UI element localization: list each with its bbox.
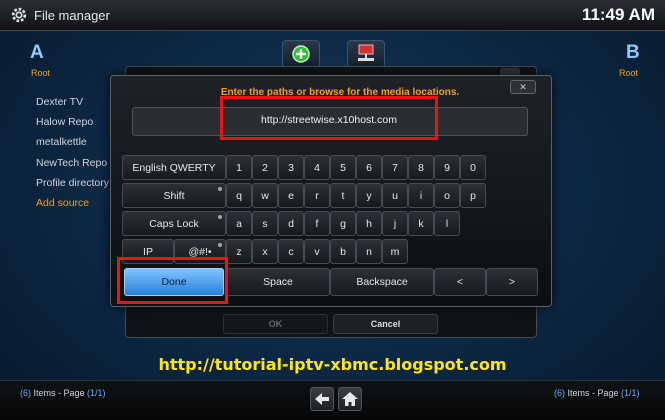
add-source-item[interactable]: Add source xyxy=(36,193,109,213)
key-l[interactable]: l xyxy=(434,211,460,236)
key-i[interactable]: i xyxy=(408,183,434,208)
watermark-text: http://tutorial-iptv-xbmc.blogspot.com xyxy=(158,355,507,374)
key-9[interactable]: 9 xyxy=(434,155,460,180)
key-r[interactable]: r xyxy=(304,183,330,208)
network-icon xyxy=(358,44,374,61)
key-q[interactable]: q xyxy=(226,183,252,208)
add-source-icon xyxy=(292,45,310,63)
key-y[interactable]: y xyxy=(356,183,382,208)
back-arrow-icon xyxy=(315,393,329,405)
gear-icon xyxy=(11,7,27,23)
pane-b-letter: B xyxy=(626,42,640,63)
back-button[interactable] xyxy=(310,387,334,411)
key-o[interactable]: o xyxy=(434,183,460,208)
key-n[interactable]: n xyxy=(356,239,382,264)
key-4[interactable]: 4 xyxy=(304,155,330,180)
add-source-button[interactable] xyxy=(282,40,320,68)
url-highlight-box xyxy=(220,96,438,140)
key-w[interactable]: w xyxy=(252,183,278,208)
key-8[interactable]: 8 xyxy=(408,155,434,180)
key-5[interactable]: 5 xyxy=(330,155,356,180)
key-p[interactable]: p xyxy=(460,183,486,208)
top-bar: File manager 11:49 AM xyxy=(0,0,665,31)
home-icon xyxy=(342,392,358,406)
cursor-left-key[interactable]: < xyxy=(434,268,486,296)
right-page-info: (6) Items - Page (1/1) xyxy=(554,388,640,398)
key-s[interactable]: s xyxy=(252,211,278,236)
key-6[interactable]: 6 xyxy=(356,155,382,180)
key-h[interactable]: h xyxy=(356,211,382,236)
shift-key[interactable]: Shift xyxy=(122,183,226,208)
key-e[interactable]: e xyxy=(278,183,304,208)
left-item-count: (6) xyxy=(20,388,31,398)
layout-key[interactable]: English QWERTY xyxy=(122,155,226,180)
space-key[interactable]: Space xyxy=(226,268,330,296)
key-b[interactable]: b xyxy=(330,239,356,264)
source-item[interactable]: metalkettle xyxy=(36,132,109,152)
source-list: Dexter TV Halow Repo metalkettle NewTech… xyxy=(36,92,109,213)
right-page-number: (1/1) xyxy=(621,388,640,398)
source-item[interactable]: Halow Repo xyxy=(36,112,109,132)
network-button[interactable] xyxy=(347,40,385,68)
key-v[interactable]: v xyxy=(304,239,330,264)
shift-key-label: Shift xyxy=(163,189,185,202)
key-t[interactable]: t xyxy=(330,183,356,208)
symbols-key-label: @#!• xyxy=(188,245,212,258)
backspace-key[interactable]: Backspace xyxy=(330,268,434,296)
ok-button[interactable]: OK xyxy=(223,314,328,334)
key-f[interactable]: f xyxy=(304,211,330,236)
key-1[interactable]: 1 xyxy=(226,155,252,180)
source-item[interactable]: NewTech Repo xyxy=(36,153,109,173)
left-page-info: (6) Items - Page (1/1) xyxy=(20,388,106,398)
home-button[interactable] xyxy=(338,387,362,411)
left-page-number: (1/1) xyxy=(87,388,106,398)
cursor-right-key[interactable]: > xyxy=(486,268,538,296)
clock: 11:49 AM xyxy=(581,5,655,24)
right-item-count: (6) xyxy=(554,388,565,398)
cancel-button[interactable]: Cancel xyxy=(333,314,438,334)
app-title: File manager xyxy=(34,8,110,23)
key-c[interactable]: c xyxy=(278,239,304,264)
key-j[interactable]: j xyxy=(382,211,408,236)
key-m[interactable]: m xyxy=(382,239,408,264)
source-item[interactable]: Dexter TV xyxy=(36,92,109,112)
key-d[interactable]: d xyxy=(278,211,304,236)
key-7[interactable]: 7 xyxy=(382,155,408,180)
toggle-indicator-icon xyxy=(218,243,222,247)
key-g[interactable]: g xyxy=(330,211,356,236)
key-z[interactable]: z xyxy=(226,239,252,264)
pane-b-root: Root xyxy=(619,68,639,78)
done-highlight-box xyxy=(117,257,228,304)
key-k[interactable]: k xyxy=(408,211,434,236)
toggle-indicator-icon xyxy=(218,187,222,191)
key-u[interactable]: u xyxy=(382,183,408,208)
pane-a-root: Root xyxy=(31,68,51,78)
key-a[interactable]: a xyxy=(226,211,252,236)
caps-lock-key-label: Caps Lock xyxy=(149,217,199,230)
right-items-label: Items - Page xyxy=(565,388,622,398)
key-0[interactable]: 0 xyxy=(460,155,486,180)
toggle-indicator-icon xyxy=(218,215,222,219)
left-items-label: Items - Page xyxy=(31,388,88,398)
pane-a-letter: A xyxy=(30,42,44,63)
source-item[interactable]: Profile directory xyxy=(36,173,109,193)
key-2[interactable]: 2 xyxy=(252,155,278,180)
key-x[interactable]: x xyxy=(252,239,278,264)
caps-lock-key[interactable]: Caps Lock xyxy=(122,211,226,236)
key-3[interactable]: 3 xyxy=(278,155,304,180)
